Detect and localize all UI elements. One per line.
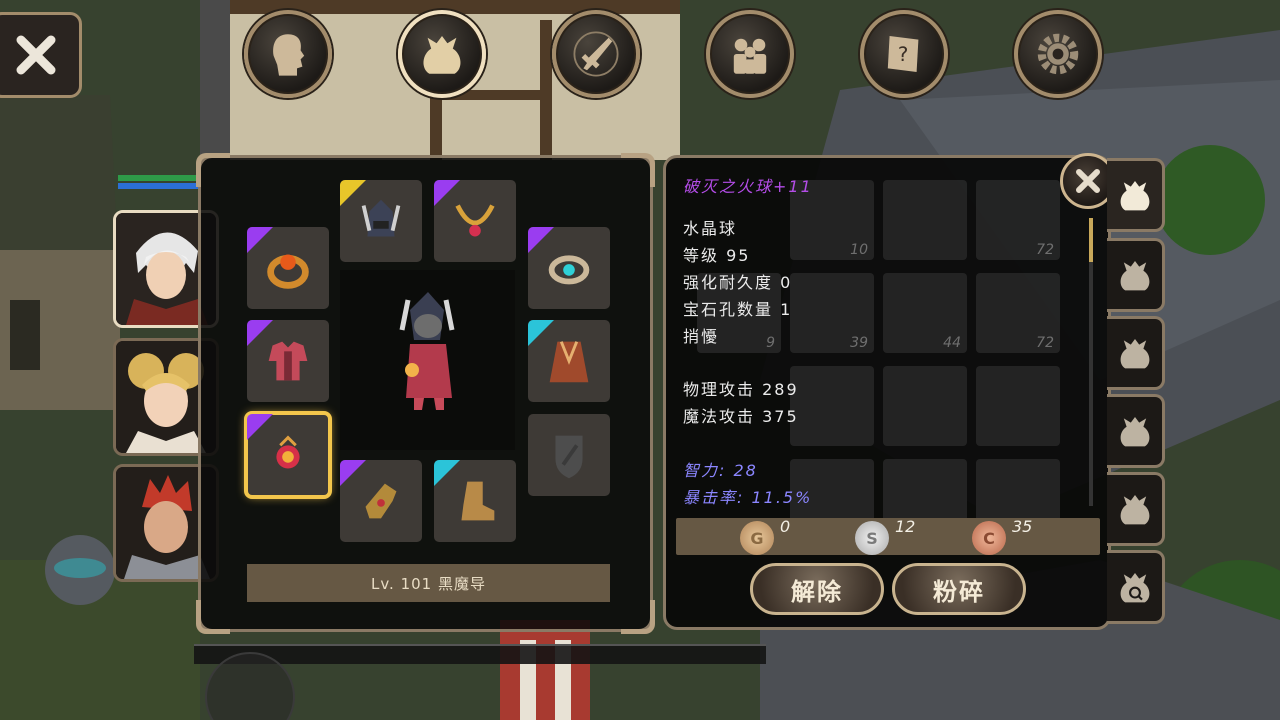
- silver-amount: 12: [895, 517, 916, 536]
- slot-orb[interactable]: [244, 411, 332, 499]
- slot-boots[interactable]: [434, 460, 516, 542]
- panel-corner: [196, 600, 230, 634]
- rarity-purple: [247, 414, 273, 440]
- panel-corner: [196, 153, 230, 187]
- inventory-cell[interactable]: [883, 180, 967, 260]
- character-level-class: Lv. 101 黑魔导: [247, 564, 610, 602]
- close-icon: [16, 35, 56, 75]
- rarity-purple: [247, 227, 273, 253]
- tab-character[interactable]: [244, 10, 332, 98]
- tab-inventory[interactable]: [398, 10, 486, 98]
- item-durability: 强化耐久度 0: [683, 273, 793, 292]
- tab-settings[interactable]: [1014, 10, 1102, 98]
- slot-gloves[interactable]: [340, 460, 422, 542]
- hp-mp-bars: [118, 175, 198, 191]
- item-level: 等级 95: [683, 246, 751, 265]
- rarity-purple: [528, 227, 554, 253]
- panel-corner: [621, 153, 655, 187]
- inventory-count: 10: [850, 242, 868, 258]
- slot-helmet[interactable]: [340, 180, 422, 262]
- item-type: 水晶球: [683, 219, 738, 238]
- inventory-count: 72: [1036, 335, 1054, 351]
- bag-tab-5[interactable]: [1107, 472, 1165, 546]
- inventory-count: 72: [1036, 242, 1054, 258]
- tab-skills[interactable]: [552, 10, 640, 98]
- gear-icon: [1037, 33, 1079, 75]
- shield-placeholder-icon: [555, 435, 583, 479]
- bag-icon: [1120, 339, 1149, 369]
- info-scrollbar-thumb[interactable]: [1089, 218, 1093, 262]
- item-bound: 捎懮: [683, 327, 720, 346]
- panel-corner: [621, 600, 655, 634]
- copper-coin-icon: C: [972, 521, 1006, 555]
- bag-tab-2[interactable]: [1107, 238, 1165, 312]
- slot-armor[interactable]: [247, 320, 329, 402]
- item-phys-atk: 物理攻击 289: [683, 380, 799, 399]
- character-sprite: [399, 292, 455, 410]
- bag-icon: [1120, 181, 1149, 211]
- inventory-cell[interactable]: 44: [883, 273, 967, 353]
- item-int: 智力: 28: [683, 461, 758, 480]
- inventory-cell[interactable]: 39: [790, 273, 874, 353]
- slot-cloak[interactable]: [528, 320, 610, 402]
- inventory-count: 44: [943, 335, 961, 351]
- rarity-purple: [247, 320, 273, 346]
- slot-ring-left[interactable]: [247, 227, 329, 309]
- character-preview: [340, 270, 515, 450]
- inventory-cell[interactable]: [976, 366, 1060, 446]
- svg-text:?: ?: [898, 43, 909, 66]
- item-crit: 暴击率: 11.5%: [683, 488, 813, 507]
- bag-icon: [423, 36, 461, 74]
- bag-icon: [1120, 495, 1149, 525]
- rarity-cyan: [434, 460, 460, 486]
- bag-icon: [1120, 261, 1149, 291]
- bag-search-icon: [1120, 573, 1149, 603]
- rarity-cyan: [528, 320, 554, 346]
- close-icon: [1076, 169, 1100, 193]
- inventory-cell[interactable]: 72: [976, 180, 1060, 260]
- slot-necklace[interactable]: [434, 180, 516, 262]
- sword-compass-icon: [573, 31, 619, 77]
- inventory-cell[interactable]: [883, 366, 967, 446]
- item-sockets: 宝石孔数量 1: [683, 300, 793, 319]
- party-icon: [733, 38, 767, 74]
- rarity-yellow: [340, 180, 366, 206]
- gold-amount: 0: [780, 517, 791, 536]
- rarity-purple: [434, 180, 460, 206]
- unequip-button[interactable]: 解除: [750, 563, 884, 615]
- bag-tab-4[interactable]: [1107, 394, 1165, 468]
- bottom-bar: [194, 644, 766, 664]
- slot-shield-empty[interactable]: [528, 414, 610, 496]
- item-name: 破灭之火球+11: [683, 177, 813, 196]
- item-mag-atk: 魔法攻击 375: [683, 407, 799, 426]
- tab-party[interactable]: [706, 10, 794, 98]
- copper-amount: 35: [1012, 517, 1033, 536]
- bag-search-tab[interactable]: [1107, 550, 1165, 624]
- bag-tab-3[interactable]: [1107, 316, 1165, 390]
- bag-tab-1[interactable]: [1107, 158, 1165, 232]
- head-icon: [273, 34, 305, 76]
- gold-coin-icon: G: [740, 521, 774, 555]
- silver-coin-icon: S: [855, 521, 889, 555]
- inventory-count: 39: [850, 335, 868, 351]
- bag-icon: [1120, 417, 1149, 447]
- slot-ring-right[interactable]: [528, 227, 610, 309]
- smash-button[interactable]: 粉碎: [892, 563, 1026, 615]
- inventory-count: 9: [766, 335, 775, 351]
- rarity-purple: [340, 460, 366, 486]
- inventory-cell[interactable]: [790, 366, 874, 446]
- tab-quests[interactable]: ?: [860, 10, 948, 98]
- close-menu-button[interactable]: [0, 12, 82, 98]
- inventory-cell[interactable]: 72: [976, 273, 1060, 353]
- scroll-quest-icon: ?: [887, 36, 919, 72]
